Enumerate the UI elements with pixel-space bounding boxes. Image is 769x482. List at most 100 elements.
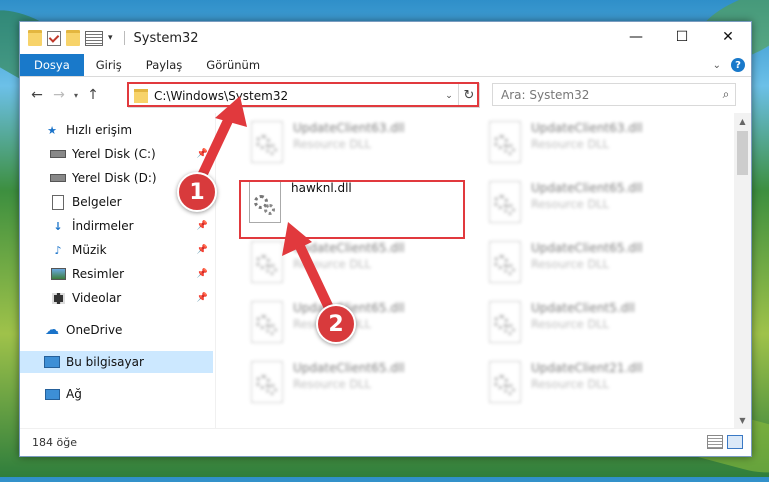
sidebar-item-label: Ağ [66, 387, 82, 401]
tab-share[interactable]: Paylaş [134, 54, 195, 76]
cloud-icon: ☁ [45, 322, 59, 338]
dll-file-icon [483, 301, 525, 345]
dll-file-icon [483, 121, 525, 165]
file-item[interactable]: UpdateClient65.dll Resource DLL [245, 241, 405, 285]
properties-check-icon[interactable] [47, 30, 61, 46]
tiles-view-icon[interactable] [727, 435, 743, 449]
folder-icon [134, 88, 148, 103]
file-description: Resource DLL [531, 377, 610, 391]
search-input[interactable]: Ara: System32 ⌕ [492, 83, 736, 106]
close-button[interactable]: ✕ [705, 22, 751, 52]
navigation-bar: ← → ▾ ↑ C:\Windows\System32 ⌄ ↻ Ara: Sys… [20, 77, 751, 113]
sidebar-item-label: Yerel Disk (C:) [72, 147, 156, 161]
dll-file-icon [483, 241, 525, 285]
ribbon-tabs: Dosya Giriş Paylaş Görünüm ⌄ ? [20, 54, 751, 77]
sidebar-item-label: Hızlı erişim [66, 123, 133, 137]
file-list: UpdateClient63.dll Resource DLL hawknl.dl… [225, 113, 733, 429]
file-name: UpdateClient65.dll [293, 361, 405, 375]
pin-icon[interactable]: 📌 [197, 221, 208, 231]
sidebar-item-videos[interactable]: Videolar 📌 [50, 287, 212, 309]
download-icon: ↓ [53, 219, 63, 233]
sidebar-item-this-pc[interactable]: Bu bilgisayar [20, 351, 213, 373]
tab-home[interactable]: Giriş [84, 54, 134, 76]
dll-file-icon [245, 241, 287, 285]
sidebar-item-label: Müzik [72, 243, 107, 257]
file-item[interactable]: UpdateClient63.dll Resource DLL [483, 121, 643, 165]
sidebar-item-music[interactable]: ♪ Müzik 📌 [50, 239, 212, 261]
pin-icon[interactable]: 📌 [197, 293, 208, 303]
details-view-icon[interactable] [707, 435, 723, 449]
tab-view[interactable]: Görünüm [194, 54, 272, 76]
minimize-button[interactable]: — [613, 22, 659, 52]
title-bar: ▾ System32 — ☐ ✕ [20, 22, 751, 54]
file-description: Resource DLL [293, 137, 372, 151]
back-arrow-icon[interactable]: ← [26, 87, 48, 103]
sidebar-item-label: Yerel Disk (D:) [72, 171, 157, 185]
sidebar-item-label: Videolar [72, 291, 122, 305]
file-item[interactable]: UpdateClient63.dll Resource DLL [245, 121, 405, 165]
address-bar[interactable]: C:\Windows\System32 ⌄ ↻ [128, 83, 480, 108]
title-separator [123, 31, 125, 45]
file-item-hawknl[interactable]: hawknl.dll [243, 181, 352, 225]
file-name: UpdateClient65.dll [293, 241, 405, 255]
file-description: Resource DLL [531, 317, 610, 331]
pin-icon[interactable]: 📌 [197, 149, 208, 159]
dll-file-icon [483, 181, 525, 225]
address-path[interactable]: C:\Windows\System32 [154, 89, 440, 103]
file-name: UpdateClient5.dll [531, 301, 635, 315]
expand-ribbon-chevron-icon[interactable]: ⌄ [713, 60, 721, 71]
tab-file[interactable]: Dosya [20, 54, 84, 76]
address-dropdown-chevron-icon[interactable]: ⌄ [440, 91, 458, 101]
folder-icon [28, 30, 42, 46]
search-placeholder: Ara: System32 [501, 87, 590, 102]
drive-icon [50, 147, 66, 161]
sidebar-item-label: Resimler [72, 267, 125, 281]
sidebar-item-pictures[interactable]: Resimler 📌 [50, 263, 212, 285]
pin-icon[interactable]: 📌 [197, 245, 208, 255]
recent-locations-chevron-icon[interactable]: ▾ [70, 91, 82, 100]
dll-file-icon [245, 361, 287, 405]
file-name: UpdateClient63.dll [531, 121, 643, 135]
network-icon [44, 387, 60, 401]
file-item[interactable]: UpdateClient5.dll Resource DLL [483, 301, 635, 345]
window-controls: — ☐ ✕ [613, 22, 751, 52]
quick-access-toolbar: ▾ System32 [20, 30, 199, 46]
up-arrow-icon[interactable]: ↑ [82, 87, 104, 103]
file-description: Resource DLL [531, 257, 610, 271]
sidebar-item-quick-access[interactable]: ★ Hızlı erişim [44, 119, 212, 141]
sidebar-item-network[interactable]: Ağ [44, 383, 212, 405]
document-icon [50, 194, 66, 210]
forward-arrow-icon[interactable]: → [48, 87, 70, 103]
sidebar-item-label: OneDrive [66, 323, 123, 337]
new-folder-icon[interactable] [66, 30, 80, 46]
scroll-down-icon[interactable]: ▼ [734, 412, 751, 429]
step-1-badge: 1 [177, 172, 217, 212]
pin-icon[interactable]: 📌 [197, 269, 208, 279]
file-description: Resource DLL [531, 197, 610, 211]
file-item[interactable]: UpdateClient65.dll Resource DLL [483, 241, 643, 285]
dll-file-icon [245, 121, 287, 165]
help-icon[interactable]: ? [731, 58, 745, 72]
sidebar-item-onedrive[interactable]: ☁ OneDrive [44, 319, 212, 341]
file-description: Resource DLL [531, 137, 610, 151]
customize-toolbar-chevron-icon[interactable]: ▾ [108, 33, 113, 43]
sidebar-item-downloads[interactable]: ↓ İndirmeler 📌 [50, 215, 212, 237]
computer-icon [44, 355, 60, 369]
vertical-scrollbar[interactable]: ▲ ▼ [734, 113, 751, 429]
properties-icon[interactable] [85, 30, 103, 46]
maximize-button[interactable]: ☐ [659, 22, 705, 52]
file-description: Resource DLL [293, 377, 372, 391]
status-bar: 184 öğe [20, 428, 751, 456]
file-item[interactable]: UpdateClient21.dll Resource DLL [483, 361, 643, 405]
sidebar-item-local-disk-c[interactable]: Yerel Disk (C:) 📌 [50, 143, 212, 165]
file-item[interactable]: UpdateClient65.dll Resource DLL [483, 181, 643, 225]
search-icon[interactable]: ⌕ [717, 87, 735, 102]
ribbon-right-controls: ⌄ ? [713, 58, 745, 72]
refresh-icon[interactable]: ↻ [458, 84, 479, 107]
scroll-up-icon[interactable]: ▲ [734, 113, 751, 130]
file-item[interactable]: UpdateClient65.dll Resource DLL [245, 361, 405, 405]
scroll-thumb[interactable] [737, 131, 748, 175]
dll-file-icon [245, 301, 287, 345]
video-icon [50, 291, 66, 305]
sidebar-item-label: Bu bilgisayar [66, 355, 144, 369]
